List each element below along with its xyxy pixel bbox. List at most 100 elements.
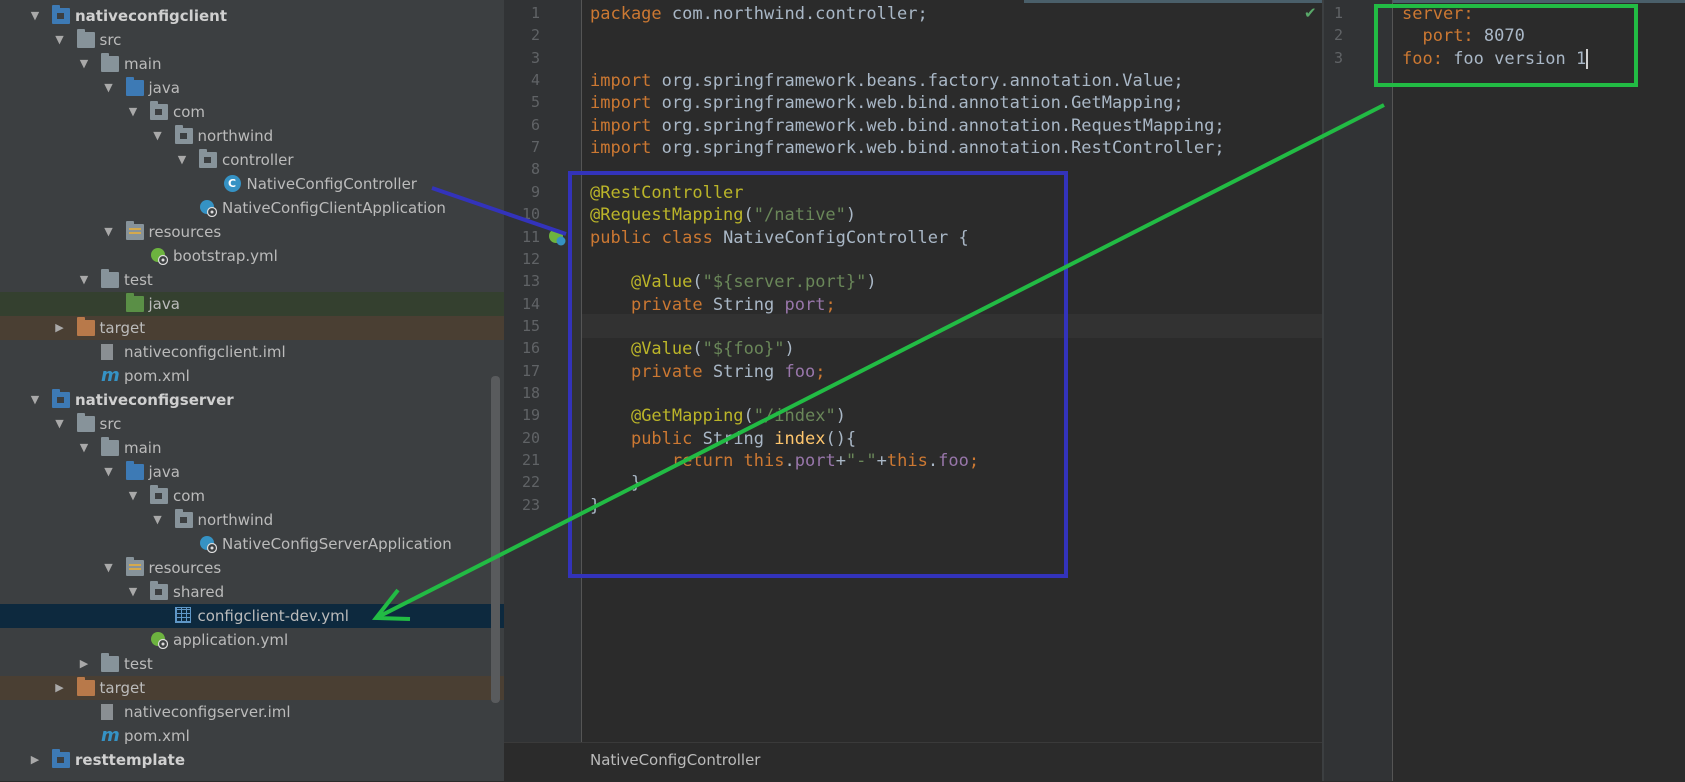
- java-line-number: 12: [521, 249, 540, 268]
- tree-item-shared[interactable]: ▼ shared: [0, 580, 504, 604]
- expand-arrow-icon[interactable]: ▼: [53, 28, 67, 52]
- expand-arrow-icon[interactable]: ▼: [77, 268, 91, 292]
- expand-arrow-icon[interactable]: ▼: [102, 460, 116, 484]
- java-line-number: 13: [521, 272, 540, 291]
- java-code-line[interactable]: import org.springframework.web.bind.anno…: [590, 136, 1225, 160]
- tree-item-nativeconfigserverapplication[interactable]: NativeConfigServerApplication: [0, 532, 504, 556]
- tree-item-src[interactable]: ▼ src: [0, 28, 504, 52]
- java-code-line[interactable]: @RestController: [590, 181, 744, 205]
- expand-arrow-icon[interactable]: ▼: [77, 52, 91, 76]
- code-token: +: [876, 451, 887, 471]
- tree-item-test[interactable]: ▶ test: [0, 652, 504, 676]
- breadcrumb-class[interactable]: NativeConfigController: [590, 751, 760, 769]
- collapse-arrow-icon[interactable]: ▶: [53, 316, 67, 340]
- java-code-line[interactable]: public String index(){: [590, 427, 856, 451]
- tree-item-nativeconfigserver-iml[interactable]: nativeconfigserver.iml: [0, 700, 504, 724]
- tree-item-label: resttemplate: [75, 751, 185, 769]
- expand-arrow-icon[interactable]: ▼: [102, 220, 116, 244]
- yaml-editor[interactable]: 123 server: port: 8070 foo: foo version 1: [1322, 0, 1685, 781]
- tree-item-java[interactable]: ▼ java: [0, 76, 504, 100]
- tree-item-target[interactable]: ▶ target: [0, 676, 504, 700]
- collapse-arrow-icon[interactable]: ▶: [53, 676, 67, 700]
- expand-arrow-icon[interactable]: ▼: [151, 508, 165, 532]
- tree-item-nativeconfigclient[interactable]: ▼ nativeconfigclient: [0, 4, 504, 28]
- tree-item-com[interactable]: ▼ com: [0, 100, 504, 124]
- package-icon: [150, 581, 168, 600]
- code-token: RequestMapping: [1071, 115, 1215, 136]
- java-code-line[interactable]: @Value("${server.port}"): [590, 270, 877, 294]
- java-editor[interactable]: 1 2 3 4 5 6 7 8 9 10 11 12 13 14 15 16 17 18 19 20 21 22 23 ✔ …: [504, 0, 1324, 782]
- java-code-line[interactable]: import org.springframework.web.bind.anno…: [590, 91, 1184, 115]
- tree-item-northwind[interactable]: ▼ northwind: [0, 124, 504, 148]
- tree-item-java[interactable]: ▼ java: [0, 460, 504, 484]
- tree-item-controller[interactable]: ▼ controller: [0, 148, 504, 172]
- tree-item-nativeconfigclientapplication[interactable]: NativeConfigClientApplication: [0, 196, 504, 220]
- expand-arrow-icon[interactable]: ▼: [53, 412, 67, 436]
- tree-item-java[interactable]: java: [0, 292, 504, 316]
- tree-item-test[interactable]: ▼ test: [0, 268, 504, 292]
- java-code-line[interactable]: public class NativeConfigController {: [590, 226, 969, 250]
- package-icon: [174, 509, 193, 528]
- java-line-number: 21: [521, 451, 540, 469]
- yaml-code-line[interactable]: foo: foo version 1: [1402, 47, 1589, 71]
- yaml-line-number: 3: [1334, 48, 1344, 67]
- editor-breadcrumb[interactable]: NativeConfigController: [504, 742, 1322, 782]
- java-code-line[interactable]: }: [590, 471, 641, 495]
- tree-item-bootstrap-yml[interactable]: bootstrap.yml: [0, 244, 504, 268]
- yaml-code-line[interactable]: port: 8070: [1402, 24, 1524, 48]
- java-code-line[interactable]: import org.springframework.web.bind.anno…: [590, 114, 1225, 138]
- code-token: ;: [968, 451, 980, 471]
- spring-bean-gutter-icon[interactable]: [548, 228, 566, 246]
- collapse-arrow-icon[interactable]: ▶: [77, 652, 91, 676]
- code-token: @Value: [630, 339, 693, 360]
- collapse-arrow-icon[interactable]: ▶: [28, 748, 42, 772]
- code-token: ): [866, 272, 877, 293]
- expand-arrow-icon[interactable]: ▼: [102, 556, 116, 580]
- tree-item-target[interactable]: ▶ target: [0, 316, 504, 340]
- expand-arrow-icon[interactable]: ▼: [151, 124, 165, 148]
- expand-arrow-icon[interactable]: ▼: [126, 580, 140, 604]
- java-code-line[interactable]: return this.port+"-"+this.foo;: [590, 449, 979, 473]
- tree-item-nativeconfigclient-iml[interactable]: nativeconfigclient.iml: [0, 340, 504, 364]
- tree-item-resources[interactable]: ▼ resources: [0, 556, 504, 580]
- tree-item-configclient-dev-yml[interactable]: configclient-dev.yml: [0, 604, 504, 628]
- tree-item-pom-xml[interactable]: m pom.xml: [0, 724, 504, 748]
- tree-item-resources[interactable]: ▼ resources: [0, 220, 504, 244]
- tree-item-pom-xml[interactable]: m pom.xml: [0, 364, 504, 388]
- tree-item-resttemplate[interactable]: ▶ resttemplate: [0, 748, 504, 772]
- tree-item-application-yml[interactable]: application.yml: [0, 628, 504, 652]
- text-caret: [1586, 48, 1589, 69]
- java-code-line[interactable]: @Value("${foo}"): [590, 337, 795, 361]
- yaml-code-line[interactable]: server:: [1402, 2, 1474, 26]
- tree-item-src[interactable]: ▼ src: [0, 412, 504, 436]
- expand-arrow-icon[interactable]: ▼: [102, 76, 116, 100]
- expand-arrow-icon[interactable]: ▼: [28, 4, 42, 28]
- java-line-number: 18: [521, 383, 540, 402]
- iml-file-icon: [101, 344, 113, 360]
- project-tree-scrollbar[interactable]: [491, 376, 500, 703]
- expand-arrow-icon[interactable]: ▼: [28, 388, 42, 412]
- java-code-line[interactable]: }: [590, 494, 600, 518]
- java-code-line[interactable]: package com.northwind.controller;: [590, 2, 928, 26]
- java-code-line[interactable]: @RequestMapping("/native"): [590, 203, 856, 227]
- tree-item-nativeconfigcontroller[interactable]: C NativeConfigController: [0, 172, 504, 196]
- tree-item-main[interactable]: ▼ main: [0, 52, 504, 76]
- tree-item-northwind[interactable]: ▼ northwind: [0, 508, 504, 532]
- tree-item-nativeconfigserver[interactable]: ▼ nativeconfigserver: [0, 388, 504, 412]
- java-code-line[interactable]: private String port;: [590, 293, 836, 317]
- code-token: NativeConfigController {: [723, 227, 969, 248]
- expand-arrow-icon[interactable]: ▼: [126, 100, 140, 124]
- resources-folder-icon: [125, 221, 144, 240]
- expand-arrow-icon[interactable]: ▼: [175, 148, 189, 172]
- tree-item-main[interactable]: ▼ main: [0, 436, 504, 460]
- tree-item-com[interactable]: ▼ com: [0, 484, 504, 508]
- expand-arrow-icon[interactable]: ▼: [77, 436, 91, 460]
- java-code-line[interactable]: private String foo;: [590, 360, 826, 384]
- java-line-number: 8: [530, 160, 540, 179]
- java-code-line[interactable]: @GetMapping("/index"): [590, 404, 846, 428]
- java-line-number: 9: [530, 182, 540, 201]
- java-code-line[interactable]: import org.springframework.beans.factory…: [590, 69, 1184, 93]
- java-editor-gutter: 1 2 3 4 5 6 7 8 9 10 11 12 13 14 15 16 17 18 19 20 21 22 23: [504, 0, 582, 760]
- expand-arrow-icon[interactable]: ▼: [126, 484, 140, 508]
